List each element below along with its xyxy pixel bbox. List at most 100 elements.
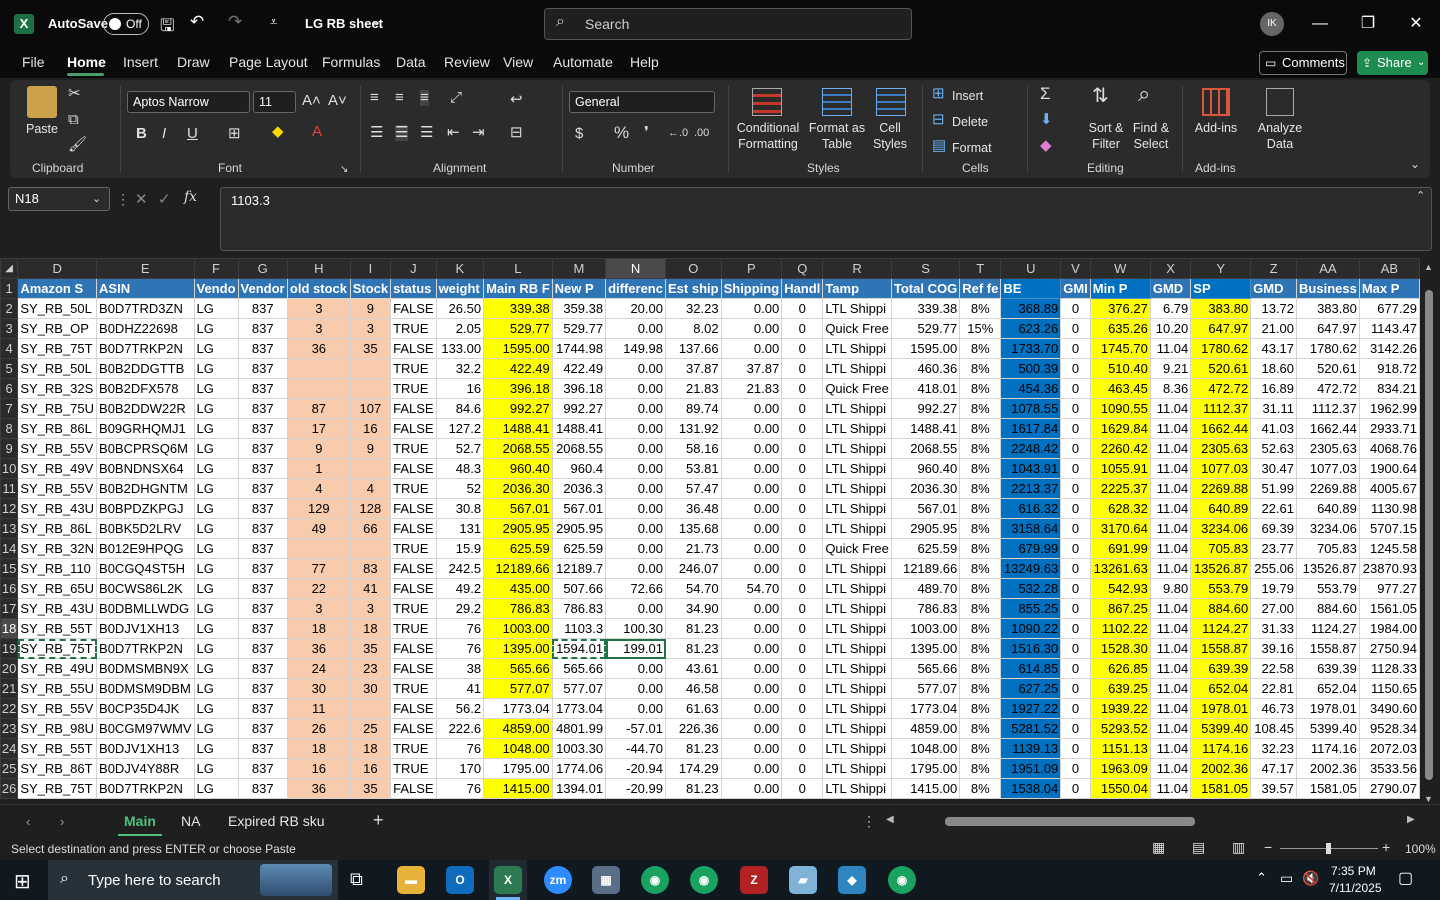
table-cell[interactable]: 652.04 [1296, 678, 1360, 699]
table-cell[interactable]: FALSE [390, 418, 437, 439]
table-cell[interactable]: SY_RB_86T [17, 758, 98, 779]
column-header[interactable]: I [349, 258, 392, 279]
table-cell[interactable]: 0 [1060, 498, 1091, 519]
column-header[interactable]: Y [1190, 258, 1252, 279]
row-header[interactable]: 2 [0, 298, 19, 319]
cancel-icon[interactable]: ✕ [135, 190, 148, 208]
zoom-icon[interactable]: zm [544, 866, 572, 894]
table-cell[interactable]: 21.83 [665, 378, 722, 399]
table-cell[interactable]: 1561.05 [1358, 598, 1420, 619]
table-cell[interactable]: 36 [286, 778, 351, 799]
table-cell[interactable]: 553.79 [1296, 578, 1360, 599]
table-cell[interactable]: SY_RB_65U [17, 578, 98, 599]
formula-input[interactable]: 1103.3 [220, 187, 1432, 251]
table-cell[interactable]: LG [193, 518, 239, 539]
autosave-toggle[interactable]: Off [103, 13, 149, 35]
header-cell[interactable]: Shipping [720, 278, 783, 299]
table-cell[interactable]: 255.06 [1250, 558, 1298, 579]
row-header[interactable]: 18 [0, 618, 19, 639]
table-cell[interactable]: 0.00 [605, 438, 666, 459]
table-cell[interactable]: 0 [1060, 638, 1091, 659]
align-bottom-icon[interactable]: ≡ [420, 90, 429, 106]
table-cell[interactable]: 8% [959, 418, 1002, 439]
header-cell[interactable]: New P [551, 278, 607, 299]
table-cell[interactable]: 8% [959, 638, 1002, 659]
table-cell[interactable]: 1048.00 [890, 738, 961, 759]
table-cell[interactable]: 5707.15 [1358, 518, 1420, 539]
table-cell[interactable]: 41.03 [1250, 418, 1298, 439]
table-cell[interactable]: 8% [959, 358, 1002, 379]
row-header[interactable]: 10 [0, 458, 19, 479]
table-cell[interactable]: 532.28 [1000, 578, 1062, 599]
table-cell[interactable]: 837 [237, 658, 288, 679]
table-cell[interactable]: SY_RB_43U [17, 598, 98, 619]
table-cell[interactable]: B0CGQ4ST5H [96, 558, 195, 579]
tab-draw[interactable]: Draw [177, 54, 210, 70]
table-cell[interactable]: 383.80 [1296, 298, 1360, 319]
table-cell[interactable]: 1962.99 [1358, 398, 1420, 419]
table-cell[interactable]: 422.49 [551, 358, 607, 379]
table-cell[interactable]: 1617.84 [1000, 418, 1062, 439]
table-cell[interactable]: 0.00 [720, 518, 783, 539]
table-cell[interactable]: 647.97 [1190, 318, 1252, 339]
table-cell[interactable]: 0 [781, 298, 824, 319]
cell-styles-button[interactable]: Cell Styles [870, 120, 910, 152]
table-cell[interactable]: 4068.76 [1358, 438, 1420, 459]
column-header[interactable]: X [1149, 258, 1192, 279]
table-cell[interactable]: 520.61 [1296, 358, 1360, 379]
vertical-scroll-thumb[interactable] [1425, 290, 1433, 780]
table-cell[interactable]: 0.00 [720, 598, 783, 619]
table-cell[interactable]: 0.00 [605, 458, 666, 479]
table-cell[interactable]: 0.00 [605, 558, 666, 579]
table-cell[interactable]: 396.18 [483, 378, 553, 399]
table-cell[interactable]: 1780.62 [1190, 338, 1252, 359]
table-cell[interactable]: 108.45 [1250, 718, 1298, 739]
table-cell[interactable]: 8% [959, 398, 1002, 419]
table-cell[interactable]: 529.77 [890, 318, 961, 339]
table-cell[interactable]: 52 [435, 478, 485, 499]
column-header[interactable]: O [665, 258, 722, 279]
table-cell[interactable]: 639.39 [1190, 658, 1252, 679]
table-cell[interactable]: 81.23 [665, 638, 722, 659]
table-cell[interactable]: LG [193, 758, 239, 779]
table-cell[interactable]: SY_RB_55V [17, 698, 98, 719]
table-cell[interactable]: TRUE [390, 758, 437, 779]
row-header[interactable]: 6 [0, 378, 19, 399]
tab-data[interactable]: Data [396, 54, 426, 70]
table-cell[interactable]: 3 [286, 598, 351, 619]
table-cell[interactable]: 11.04 [1149, 638, 1192, 659]
table-cell[interactable]: 677.29 [1358, 298, 1420, 319]
task-view-icon[interactable]: ⧉ [350, 869, 363, 890]
increase-indent-icon[interactable]: ⇥ [472, 125, 485, 141]
table-cell[interactable]: 0 [781, 558, 824, 579]
table-cell[interactable]: 626.85 [1089, 658, 1151, 679]
table-cell[interactable]: FALSE [390, 498, 437, 519]
table-cell[interactable]: 11.04 [1149, 598, 1192, 619]
table-cell[interactable]: B0DJV1XH13 [96, 738, 195, 759]
table-cell[interactable]: 0.00 [720, 678, 783, 699]
table-cell[interactable]: 30 [349, 678, 392, 699]
table-cell[interactable]: 0 [1060, 438, 1091, 459]
table-cell[interactable]: 8% [959, 378, 1002, 399]
table-cell[interactable]: 1394.01 [551, 778, 607, 799]
avatar[interactable]: IK [1260, 12, 1284, 36]
table-cell[interactable]: 0 [781, 578, 824, 599]
header-cell[interactable]: ASIN [96, 278, 195, 299]
orientation-icon[interactable]: ⤢ [450, 90, 462, 106]
table-cell[interactable]: FALSE [390, 658, 437, 679]
delete-cells-icon[interactable]: ⊟ [932, 112, 945, 128]
table-cell[interactable]: 36 [286, 638, 351, 659]
table-cell[interactable]: 1900.64 [1358, 458, 1420, 479]
percent-button[interactable]: % [614, 124, 629, 141]
table-cell[interactable]: 3234.06 [1296, 518, 1360, 539]
more-icon[interactable]: ⋮ [862, 813, 876, 830]
table-cell[interactable]: LTL Shippi [822, 518, 892, 539]
decrease-decimal-icon[interactable]: .00 [694, 125, 709, 141]
font-size-select[interactable]: 11 [253, 91, 296, 113]
table-cell[interactable]: 2260.42 [1089, 438, 1151, 459]
table-cell[interactable]: 2269.88 [1190, 478, 1252, 499]
tab-formulas[interactable]: Formulas [322, 54, 380, 70]
table-cell[interactable]: 170 [435, 758, 485, 779]
table-cell[interactable]: LTL Shippi [822, 658, 892, 679]
clear-icon[interactable]: ◆ [1040, 138, 1052, 154]
